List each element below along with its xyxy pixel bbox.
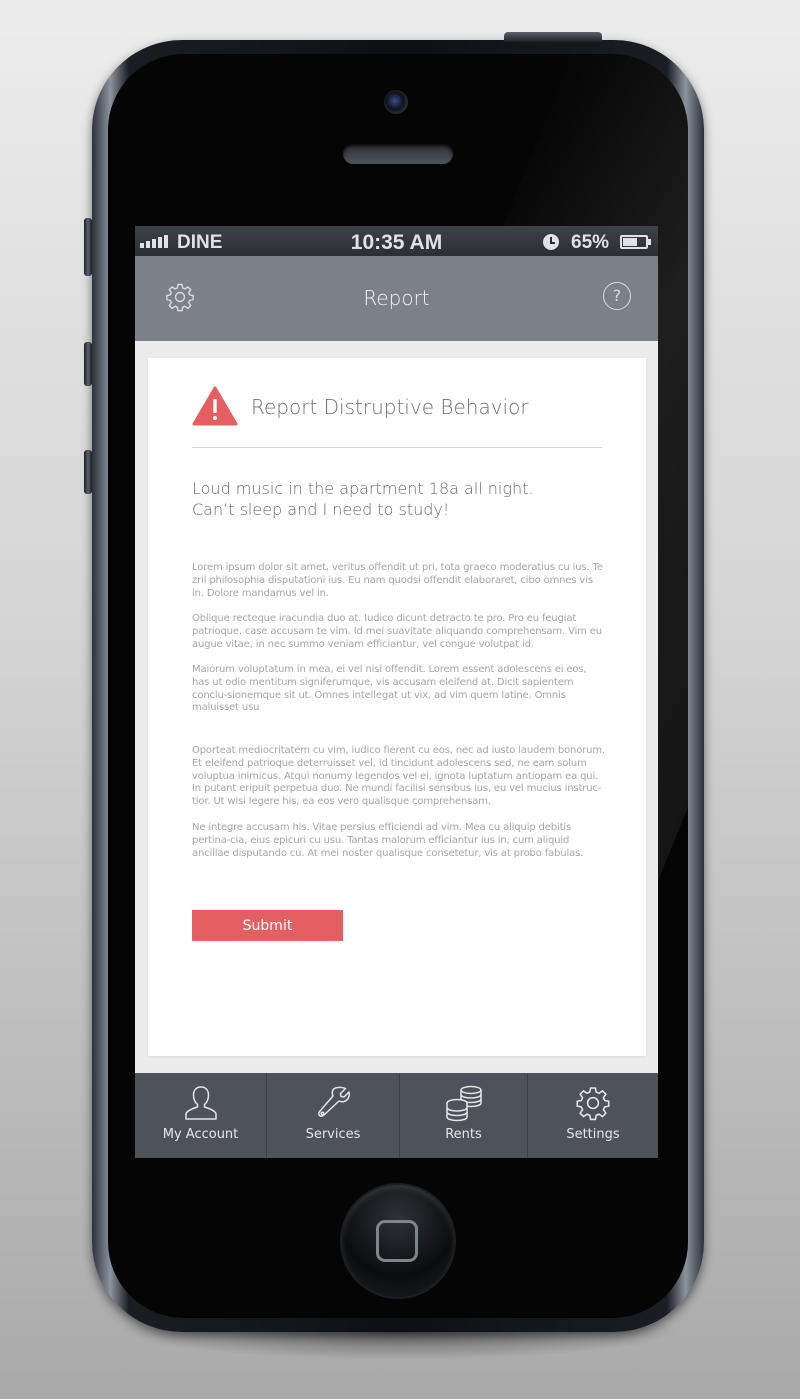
battery-tip [648,239,651,245]
nav-bar: Report ? [135,256,658,341]
card-title: Report Distruptive Behavior [251,395,529,419]
battery-level [623,238,638,246]
help-icon[interactable]: ? [603,282,631,310]
tab-label: Rents [445,1127,482,1142]
wrench-icon [318,1086,350,1117]
tab-my-account[interactable]: My Account [135,1073,267,1158]
app-screen: DINE 10:35 AM 65% Report ? Report Distru… [135,226,658,1158]
tab-services[interactable]: Services [267,1073,400,1158]
status-bar: DINE 10:35 AM 65% [135,226,658,256]
tab-settings[interactable]: Settings [528,1073,658,1158]
gear-icon [576,1087,610,1121]
tab-bar: My Account Services Rents Settings [135,1073,658,1158]
earpiece-speaker [343,144,453,164]
volume-down-button [84,450,92,494]
tab-label: Settings [566,1127,620,1142]
alarm-icon [543,234,559,250]
user-icon [184,1086,217,1120]
coins-icon [445,1085,482,1122]
warning-icon [192,386,238,426]
front-camera [384,90,408,114]
body-paragraph-4: Oporteat mediocritatem cu vim, iudico fi… [192,745,605,808]
report-message-line-2: Can’t sleep and I need to study! [192,500,450,519]
tab-label: Services [305,1127,361,1142]
volume-up-button [84,342,92,386]
body-paragraph-5: Ne integre accusam his. Vitae persius ef… [192,822,584,859]
title-divider [192,447,602,448]
tab-rents[interactable]: Rents [400,1073,528,1158]
page-title: Report [363,286,430,310]
tab-label: My Account [162,1127,239,1142]
body-paragraph-3: Maiorum voluptatum in mea, ei vel nisl o… [192,664,587,714]
submit-button[interactable]: Submit [192,910,343,941]
home-button-icon [376,1220,418,1262]
report-card: Report Distruptive Behavior Loud music i… [148,358,646,1056]
body-paragraph-1: Lorem ipsum dolor sit amet, veritus offe… [192,562,603,599]
battery-percent: 65% [571,232,610,253]
power-button [504,32,602,42]
battery-icon [620,235,648,249]
report-message-line-1: Loud music in the apartment 18a all nigh… [192,479,534,498]
report-message: Loud music in the apartment 18a all nigh… [192,478,612,520]
body-paragraph-2: Oblique recteque iracundia duo at. Iudic… [192,613,602,650]
mute-switch [84,218,92,276]
